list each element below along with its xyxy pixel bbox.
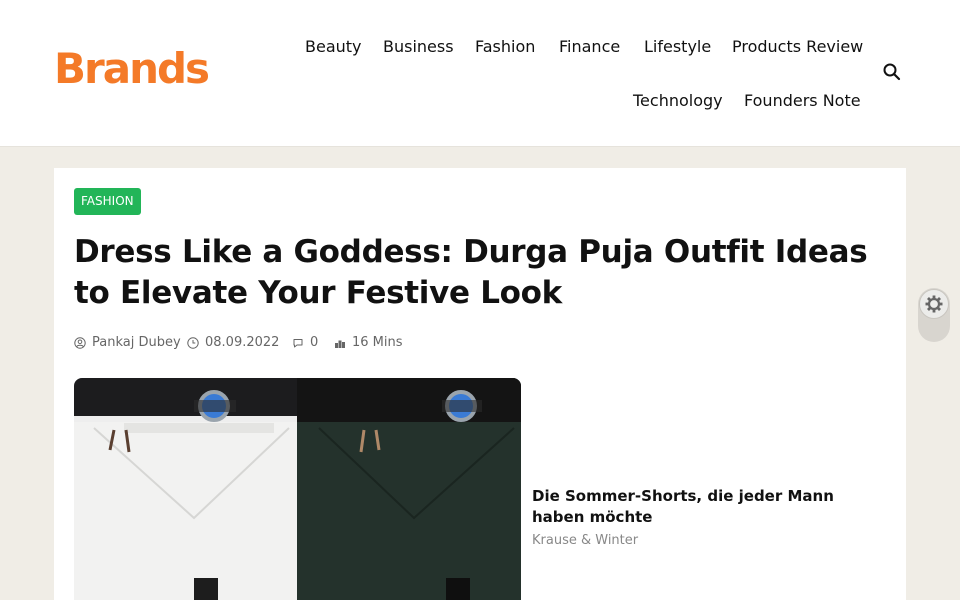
- nav-item-fashion[interactable]: Fashion: [475, 37, 535, 57]
- shorts-product-illustration: [74, 378, 521, 600]
- article-card: FASHION Dress Like a Goddess: Durga Puja…: [54, 168, 906, 600]
- meta-author: Pankaj Dubey: [74, 334, 181, 352]
- comment-icon: [293, 339, 303, 348]
- site-header: Brands Beauty Business Fashion Finance L…: [0, 0, 960, 147]
- comment-count[interactable]: 0: [310, 334, 318, 352]
- ad-source[interactable]: Krause & Winter: [532, 532, 638, 550]
- nav-item-lifestyle[interactable]: Lifestyle: [644, 37, 711, 57]
- ad-product-image[interactable]: [74, 378, 521, 600]
- author-name[interactable]: Pankaj Dubey: [92, 334, 181, 352]
- meta-date: 08.09.2022: [187, 334, 279, 352]
- site-logo[interactable]: Brands: [54, 44, 210, 94]
- article-title: Dress Like a Goddess: Durga Puja Outfit …: [74, 234, 868, 311]
- clock-icon: [187, 337, 199, 349]
- user-icon: [74, 337, 86, 349]
- search-button[interactable]: [880, 60, 904, 84]
- nav-item-finance[interactable]: Finance: [559, 37, 620, 57]
- settings-widget[interactable]: [918, 288, 950, 342]
- reading-time-icon: [335, 340, 345, 348]
- read-time: 16 Mins: [352, 335, 403, 350]
- nav-item-beauty[interactable]: Beauty: [305, 37, 362, 57]
- nav-item-products-review[interactable]: Products Review: [732, 37, 863, 57]
- gear-icon: [925, 295, 943, 313]
- category-badge[interactable]: FASHION: [74, 188, 141, 215]
- nav-item-technology[interactable]: Technology: [633, 91, 723, 111]
- meta-comments: 0: [292, 334, 318, 352]
- nav-item-founders-note[interactable]: Founders Note: [744, 91, 861, 111]
- nav-item-business[interactable]: Business: [383, 37, 454, 57]
- ad-title[interactable]: Die Sommer-Shorts, die jeder Mann haben …: [532, 486, 862, 528]
- publish-date[interactable]: 08.09.2022: [205, 334, 279, 352]
- search-icon: [883, 63, 901, 81]
- meta-read-time: 16 Mins: [334, 334, 403, 352]
